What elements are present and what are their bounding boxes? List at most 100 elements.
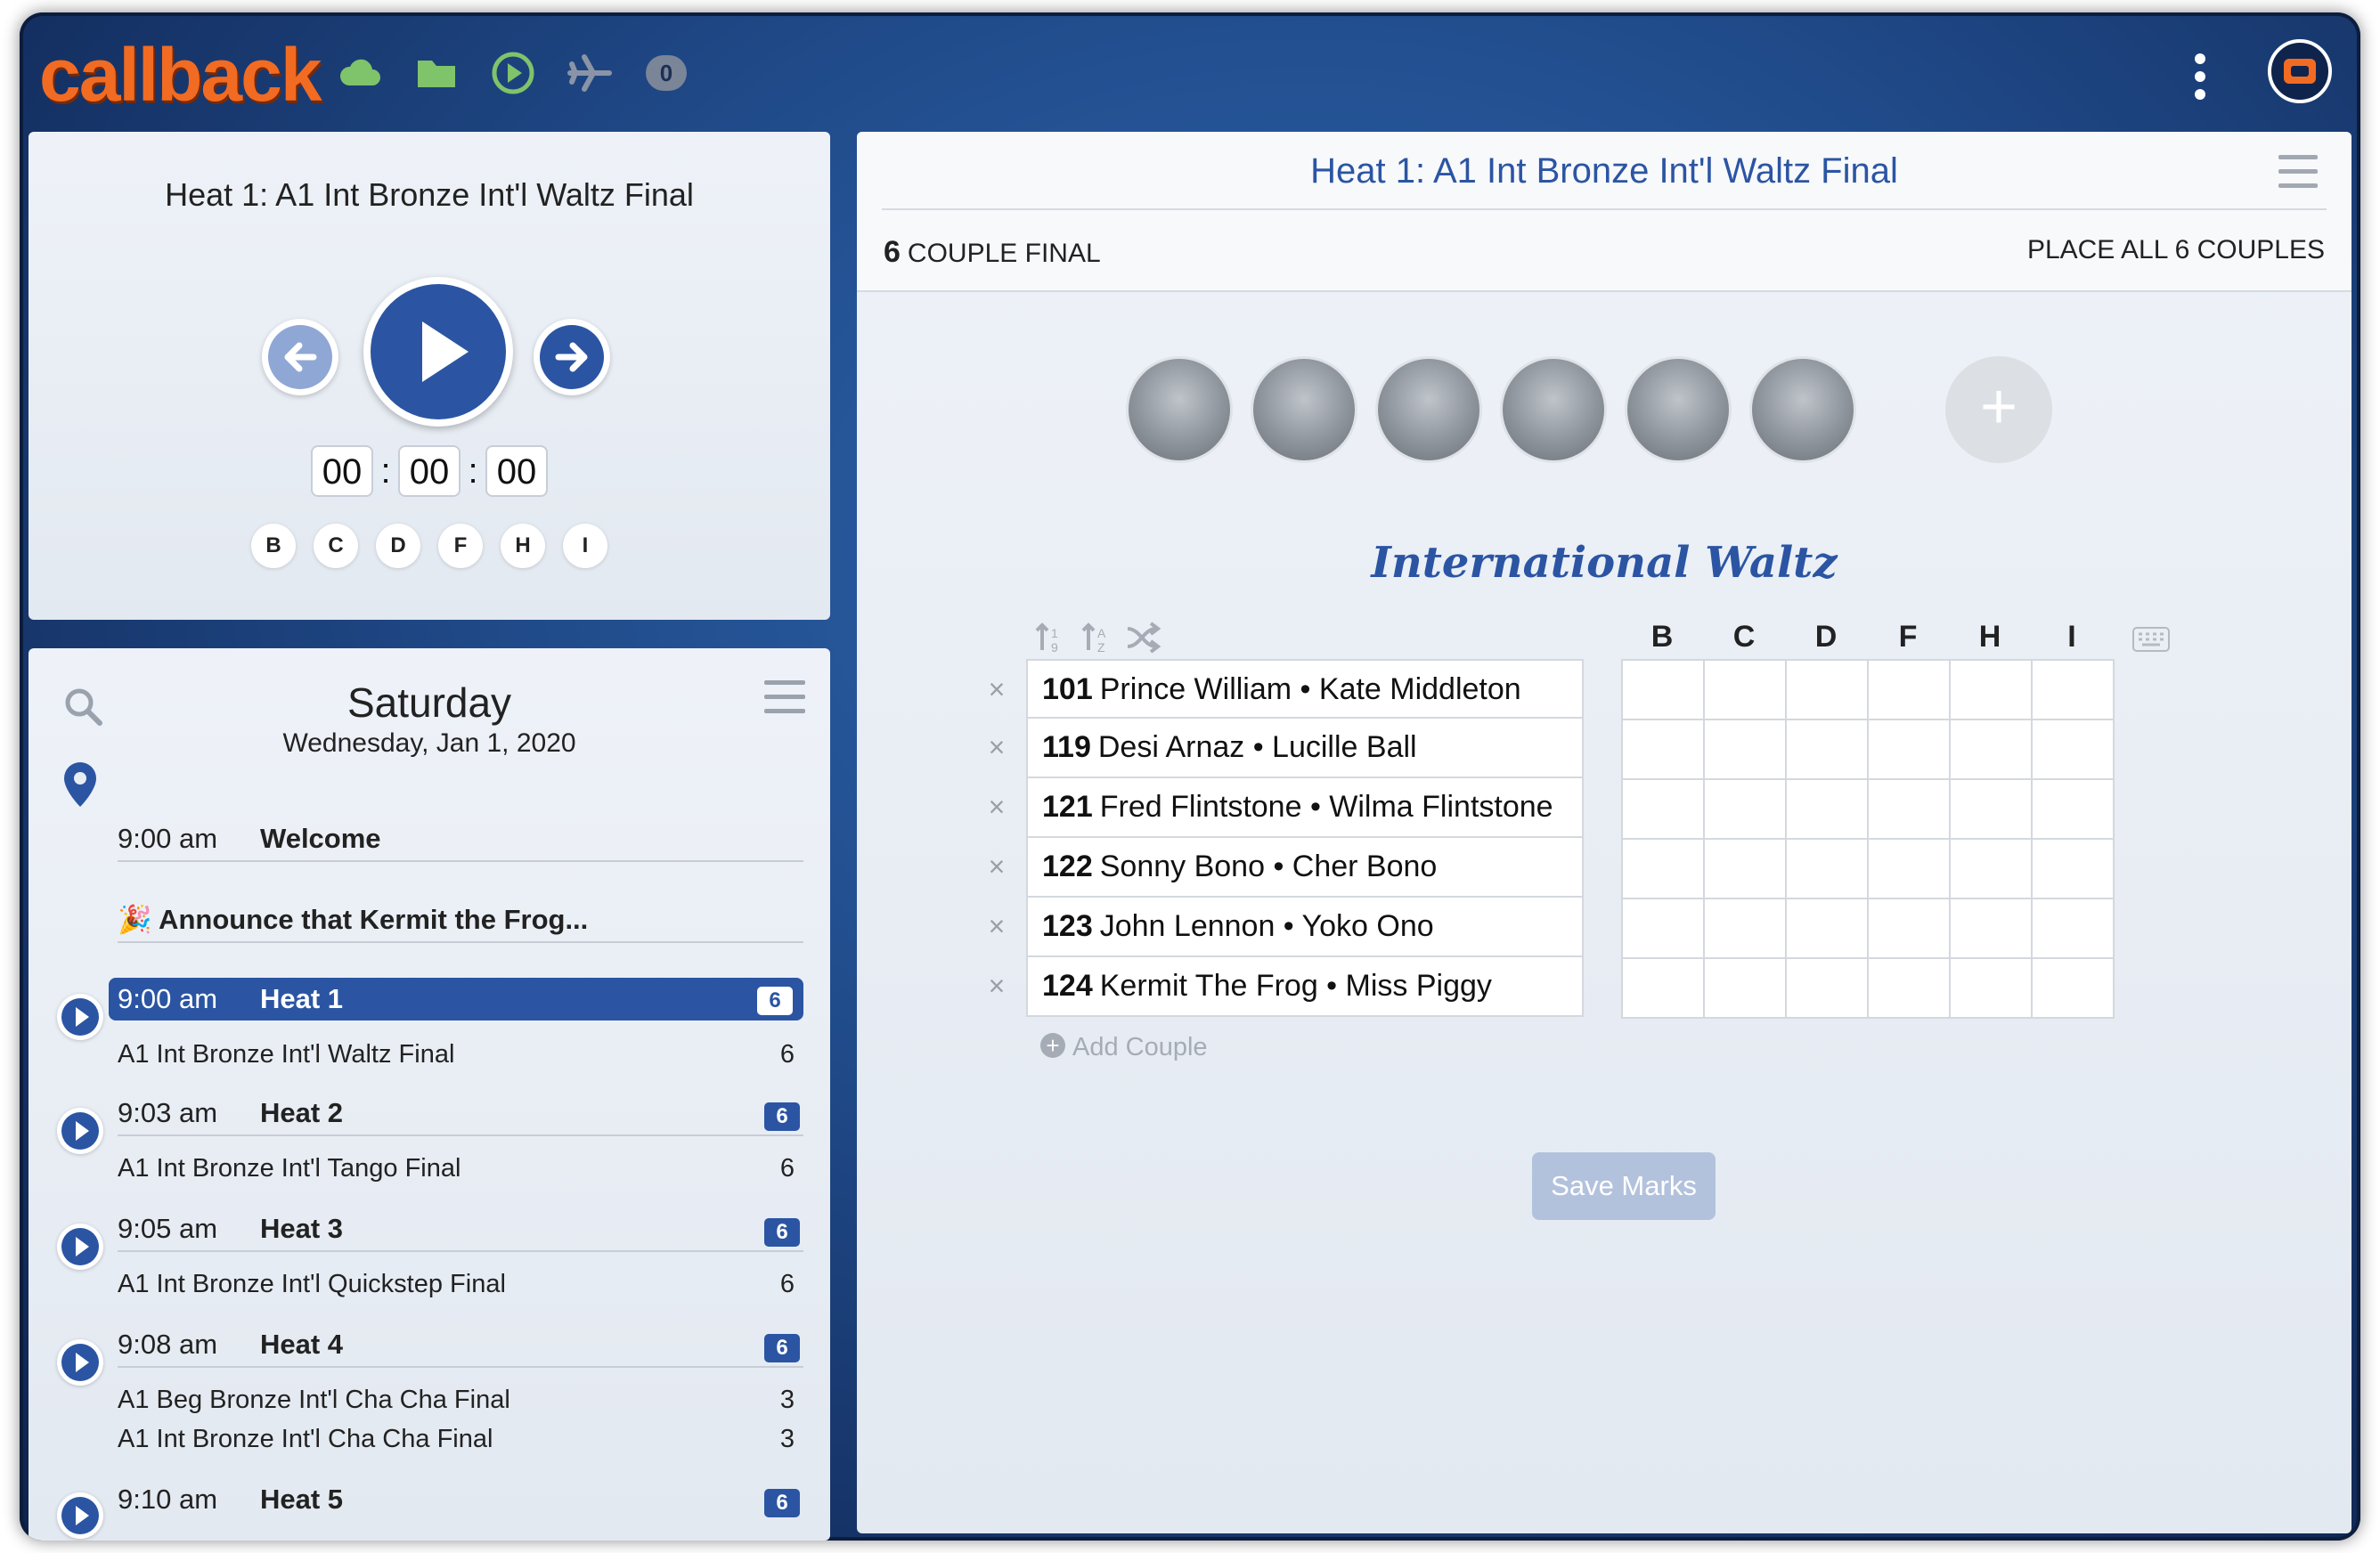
mark-cell[interactable] bbox=[1703, 778, 1787, 840]
sort-numeric-icon[interactable]: 1 9 bbox=[1035, 622, 1058, 655]
mark-cell[interactable] bbox=[1867, 898, 1951, 959]
mark-cell[interactable] bbox=[1785, 838, 1869, 899]
heat-3-event[interactable]: A1 Int Bronze Int'l Quickstep Final 6 bbox=[118, 1270, 803, 1299]
user-avatar[interactable] bbox=[2268, 39, 2332, 103]
mark-cell[interactable] bbox=[1785, 898, 1869, 959]
folder-icon[interactable] bbox=[413, 50, 460, 96]
judge-avatar[interactable] bbox=[1625, 356, 1732, 463]
play-heat-4-button[interactable] bbox=[57, 1339, 103, 1386]
save-marks-button[interactable]: Save Marks bbox=[1532, 1152, 1716, 1220]
play-heat-3-button[interactable] bbox=[57, 1224, 103, 1270]
mark-cell[interactable] bbox=[1621, 838, 1705, 899]
keyboard-icon[interactable] bbox=[2132, 627, 2170, 652]
judge-chip-i[interactable]: I bbox=[563, 524, 607, 568]
mark-cell[interactable] bbox=[2031, 957, 2115, 1019]
judge-avatar[interactable] bbox=[1126, 356, 1233, 463]
judge-chip-b[interactable]: B bbox=[251, 524, 296, 568]
mark-cell[interactable] bbox=[2031, 659, 2115, 720]
couple-row[interactable]: × 101 Prince William • Kate Middleton bbox=[989, 659, 1584, 719]
schedule-item-heat-2[interactable]: 9:03 am Heat 2 6 bbox=[118, 1097, 803, 1136]
couple-row[interactable]: × 119 Desi Arnaz • Lucille Ball bbox=[989, 719, 1584, 778]
mark-cell[interactable] bbox=[1949, 778, 2033, 840]
play-heat-button[interactable] bbox=[363, 277, 513, 427]
logo[interactable]: callback bbox=[39, 32, 322, 118]
shuffle-icon[interactable] bbox=[1127, 622, 1161, 654]
remove-couple-icon[interactable]: × bbox=[983, 719, 1010, 776]
schedule-item-heat-3[interactable]: 9:05 am Heat 3 6 bbox=[118, 1213, 803, 1252]
mark-cell[interactable] bbox=[1867, 838, 1951, 899]
heat-4-event[interactable]: A1 Beg Bronze Int'l Cha Cha Final 3 bbox=[118, 1386, 803, 1415]
couple-row[interactable]: × 123 John Lennon • Yoko Ono bbox=[989, 898, 1584, 957]
mark-cell[interactable] bbox=[1949, 659, 2033, 720]
remove-couple-icon[interactable]: × bbox=[983, 898, 1010, 955]
count-badge-icon[interactable]: 0 bbox=[643, 50, 689, 96]
mark-cell[interactable] bbox=[1621, 898, 1705, 959]
mark-cell[interactable] bbox=[2031, 778, 2115, 840]
judge-chip-c[interactable]: C bbox=[314, 524, 358, 568]
mark-cell[interactable] bbox=[1785, 778, 1869, 840]
sort-alpha-icon[interactable]: A Z bbox=[1081, 622, 1106, 655]
mark-cell[interactable] bbox=[1703, 719, 1787, 780]
airplane-icon[interactable] bbox=[566, 50, 613, 96]
mark-cell[interactable] bbox=[1621, 719, 1705, 780]
timer-hours[interactable]: 00 bbox=[311, 445, 373, 497]
judge-chip-f[interactable]: F bbox=[438, 524, 483, 568]
mark-cell[interactable] bbox=[1703, 659, 1787, 720]
mark-cell[interactable] bbox=[1703, 838, 1787, 899]
mark-cell[interactable] bbox=[1949, 719, 2033, 780]
heat-1-event[interactable]: A1 Int Bronze Int'l Waltz Final 6 bbox=[118, 1040, 803, 1069]
judge-avatar[interactable] bbox=[1251, 356, 1357, 463]
mark-cell[interactable] bbox=[1867, 778, 1951, 840]
schedule-item-heat-4[interactable]: 9:08 am Heat 4 6 bbox=[118, 1329, 803, 1368]
timer-minutes[interactable]: 00 bbox=[398, 445, 461, 497]
next-heat-button[interactable] bbox=[534, 319, 610, 395]
mark-cell[interactable] bbox=[1703, 898, 1787, 959]
mark-cell[interactable] bbox=[1785, 719, 1869, 780]
previous-heat-button[interactable] bbox=[262, 319, 338, 395]
mark-cell[interactable] bbox=[1785, 957, 1869, 1019]
play-circle-icon[interactable] bbox=[490, 50, 536, 96]
judge-chip-h[interactable]: H bbox=[501, 524, 545, 568]
play-heat-2-button[interactable] bbox=[57, 1108, 103, 1154]
cloud-icon[interactable] bbox=[337, 50, 383, 96]
remove-couple-icon[interactable]: × bbox=[983, 661, 1010, 718]
judge-chip-d[interactable]: D bbox=[376, 524, 420, 568]
heat-2-event[interactable]: A1 Int Bronze Int'l Tango Final 6 bbox=[118, 1154, 803, 1183]
mark-cell[interactable] bbox=[2031, 898, 2115, 959]
remove-couple-icon[interactable]: × bbox=[983, 838, 1010, 895]
play-heat-5-button[interactable] bbox=[57, 1492, 103, 1539]
add-judge-button[interactable]: + bbox=[1945, 356, 2052, 463]
mark-cell[interactable] bbox=[1949, 898, 2033, 959]
schedule-item-heat-1[interactable]: 9:00 am Heat 1 6 bbox=[109, 978, 803, 1020]
mark-cell[interactable] bbox=[2031, 838, 2115, 899]
add-couple-button[interactable]: + Add Couple bbox=[1040, 1033, 1208, 1062]
mark-cell[interactable] bbox=[1621, 778, 1705, 840]
couple-row[interactable]: × 121 Fred Flintstone • Wilma Flintstone bbox=[989, 778, 1584, 838]
heat-menu-icon[interactable] bbox=[2278, 155, 2318, 191]
remove-couple-icon[interactable]: × bbox=[983, 957, 1010, 1014]
mark-cell[interactable] bbox=[1785, 659, 1869, 720]
couple-row[interactable]: × 122 Sonny Bono • Cher Bono bbox=[989, 838, 1584, 898]
play-heat-1-button[interactable] bbox=[57, 994, 103, 1040]
mark-cell[interactable] bbox=[1867, 719, 1951, 780]
more-menu-icon[interactable] bbox=[2191, 53, 2209, 100]
mark-cell[interactable] bbox=[1949, 838, 2033, 899]
schedule-item-heat-5[interactable]: 9:10 am Heat 5 6 bbox=[118, 1484, 803, 1517]
schedule-item-announce[interactable]: 🎉 Announce that Kermit the Frog... bbox=[118, 903, 803, 943]
remove-couple-icon[interactable]: × bbox=[983, 778, 1010, 835]
mark-cell[interactable] bbox=[1703, 957, 1787, 1019]
judge-avatar[interactable] bbox=[1749, 356, 1856, 463]
mark-cell[interactable] bbox=[1867, 659, 1951, 720]
schedule-item-welcome[interactable]: 9:00 am Welcome bbox=[118, 823, 803, 862]
timer-seconds[interactable]: 00 bbox=[485, 445, 548, 497]
judge-avatar[interactable] bbox=[1500, 356, 1607, 463]
heat-4-event[interactable]: A1 Int Bronze Int'l Cha Cha Final 3 bbox=[118, 1425, 803, 1454]
mark-cell[interactable] bbox=[1621, 659, 1705, 720]
judge-avatar[interactable] bbox=[1375, 356, 1482, 463]
mark-cell[interactable] bbox=[1621, 957, 1705, 1019]
couple-row[interactable]: × 124 Kermit The Frog • Miss Piggy bbox=[989, 957, 1584, 1017]
mark-cell[interactable] bbox=[1867, 957, 1951, 1019]
location-pin-icon[interactable] bbox=[61, 760, 100, 809]
mark-cell[interactable] bbox=[1949, 957, 2033, 1019]
mark-cell[interactable] bbox=[2031, 719, 2115, 780]
